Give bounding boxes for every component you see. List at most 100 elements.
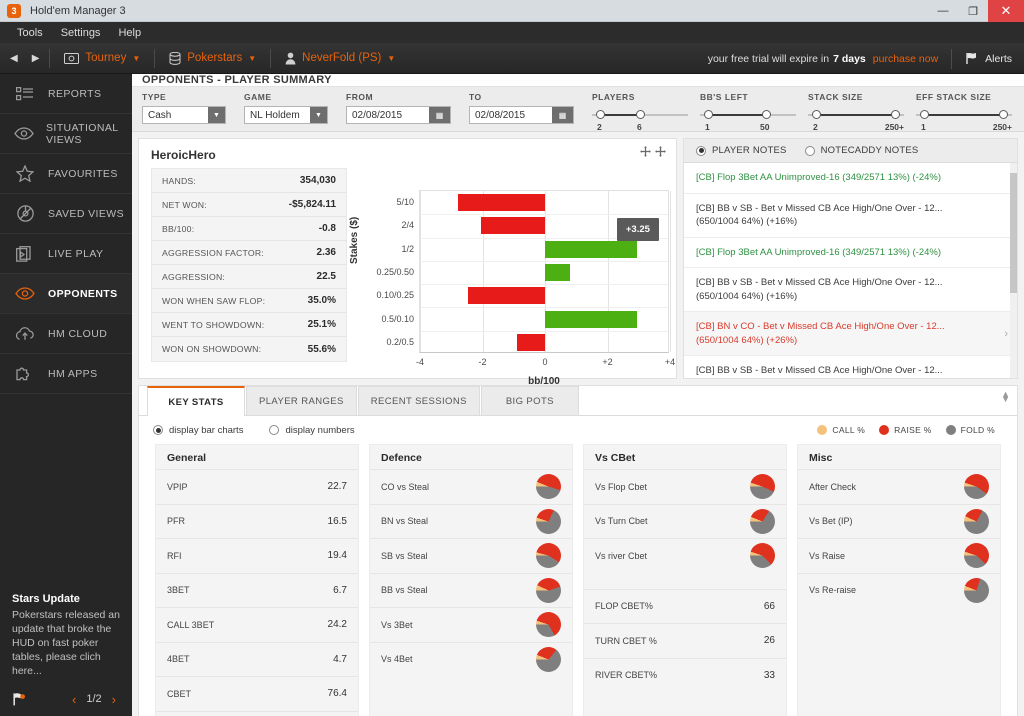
sidebar-item-live-play[interactable]: LIVE PLAY (0, 234, 132, 274)
slider-knob-min[interactable] (920, 110, 929, 119)
menu-item-settings[interactable]: Settings (52, 27, 110, 39)
chevron-down-icon[interactable]: ▼ (310, 107, 327, 123)
toolbar-tourney-selector[interactable]: Tourney ▼ (50, 43, 154, 74)
news-page-indicator: 1/2 (86, 693, 102, 705)
note-item[interactable]: [CB] Flop 3Bet AA Unimproved-16 (349/257… (684, 238, 1017, 268)
stat-value: 25.1% (307, 319, 336, 330)
filter-game-label: GAME (244, 92, 272, 102)
stat-key: Vs Raise (809, 550, 846, 561)
note-item[interactable]: [CB] BB v SB - Bet v Missed CB Ace High/… (684, 194, 1017, 238)
tab-player-ranges[interactable]: PLAYER RANGES (246, 386, 357, 415)
notes-list[interactable]: [CB] Flop 3Bet AA Unimproved-16 (349/257… (684, 163, 1017, 378)
toolbar-site-selector[interactable]: Pokerstars ▼ (155, 43, 270, 74)
chart-gridline (670, 191, 671, 352)
notecaddy-notes-radio[interactable]: NOTECADDY NOTES (804, 145, 919, 156)
stat-key: Vs Flop Cbet (595, 481, 648, 492)
sidebar-item-hm-cloud[interactable]: HM CLOUD (0, 314, 132, 354)
slider-knob-max[interactable] (999, 110, 1008, 119)
toolbar-player-selector[interactable]: NeverFold (PS) ▼ (271, 43, 409, 74)
news-prev-button[interactable]: ‹ (68, 692, 80, 707)
close-icon[interactable]: ✕ (988, 0, 1024, 22)
chevron-down-icon[interactable]: ▼ (208, 107, 225, 123)
display-numbers-label: display numbers (285, 424, 355, 436)
pie-chart (536, 474, 561, 500)
tab-recent-sessions[interactable]: RECENT SESSIONS (357, 386, 480, 415)
chart-bar[interactable] (480, 217, 545, 235)
player-notes-radio[interactable]: PLAYER NOTES (696, 145, 787, 156)
sidebar-item-opponents[interactable]: OPPONENTS (0, 274, 132, 314)
main-content: OPPONENTS - PLAYER SUMMARY TYPE Cash ▼ G… (132, 74, 1024, 716)
sidebar-item-favourites[interactable]: FAVOURITES (0, 154, 132, 194)
trial-notice: your free trial will expire in 7 days pu… (708, 43, 1024, 74)
slider-knob-max[interactable] (762, 110, 771, 119)
stat-key: SB vs Steal (381, 550, 428, 561)
bbs-left-slider[interactable] (700, 108, 796, 122)
menu-item-help[interactable]: Help (109, 27, 150, 39)
slider-knob-max[interactable] (891, 110, 900, 119)
chart-bar[interactable] (516, 333, 545, 351)
stat-row: RFI 19.4 (156, 538, 358, 573)
stat-row: HANDS: 354,030 (152, 169, 346, 193)
chart-bar[interactable] (545, 264, 570, 281)
bbs-left-min: 1 (705, 122, 710, 132)
news-panel: Stars Update Pokerstars released an upda… (0, 583, 132, 682)
chevron-right-icon[interactable]: › (1004, 328, 1008, 342)
sidebar-item-label: SAVED VIEWS (48, 207, 124, 220)
chart-bar[interactable] (457, 194, 545, 212)
filter-players: PLAYERS 2 6 (592, 92, 688, 134)
forward-icon[interactable]: ▶ (32, 53, 40, 64)
minimize-icon[interactable]: — (928, 0, 958, 22)
panel-expand-controls[interactable] (640, 146, 666, 157)
note-item[interactable]: [CB] BN v CO - Bet v Missed CB Ace High/… (684, 312, 1017, 356)
column-title: Defence (381, 452, 422, 464)
scrollbar-thumb[interactable] (1010, 173, 1017, 293)
note-item[interactable]: [CB] BB v SB - Bet v Missed CB Ace High/… (684, 356, 1017, 378)
sidebar-item-label: HM CLOUD (48, 327, 108, 340)
slider-knob-max[interactable] (636, 110, 645, 119)
resize-handle[interactable]: ▲ ▼ (1001, 390, 1010, 404)
stat-row: WON WHEN SAW FLOP: 35.0% (152, 289, 346, 313)
calendar-icon[interactable]: ▦ (429, 107, 450, 123)
column-title: Vs CBet (595, 452, 636, 464)
slider-knob-min[interactable] (596, 110, 605, 119)
to-date-input[interactable]: 02/08/2015 ▦ (469, 106, 574, 124)
tab-key-stats[interactable]: KEY STATS (147, 386, 245, 416)
slider-knob-min[interactable] (812, 110, 821, 119)
eff-stack-size-slider[interactable] (916, 108, 1012, 122)
sidebar-item-saved-views[interactable]: SAVED VIEWS (0, 194, 132, 234)
slider-knob-min[interactable] (704, 110, 713, 119)
note-line-1: [CB] Flop 3Bet AA Unimproved-16 (349/257… (696, 246, 942, 258)
purchase-now-link[interactable]: purchase now (873, 53, 938, 65)
stat-value: 76.4 (327, 688, 347, 700)
chart-bar[interactable] (468, 287, 545, 305)
back-icon[interactable]: ◀ (10, 53, 18, 64)
calendar-icon[interactable]: ▦ (552, 107, 573, 123)
news-next-button[interactable]: › (108, 692, 120, 707)
stat-row: After Check (798, 469, 1000, 504)
pie-chart (750, 543, 775, 569)
sidebar-item-hm-apps[interactable]: HM APPS (0, 354, 132, 394)
chart-bar[interactable] (545, 310, 638, 328)
maximize-icon[interactable]: ❐ (958, 0, 988, 22)
notes-tabs: PLAYER NOTES NOTECADDY NOTES (684, 139, 1017, 163)
alerts-button[interactable]: Alerts (965, 52, 1012, 65)
from-date-input[interactable]: 02/08/2015 ▦ (346, 106, 451, 124)
sidebar-item-situational-views[interactable]: SITUATIONAL VIEWS (0, 114, 132, 154)
type-dropdown[interactable]: Cash ▼ (142, 106, 226, 124)
filter-stack-size-label: STACK SIZE (808, 92, 863, 102)
display-numbers-radio[interactable]: display numbers (269, 424, 355, 436)
menu-bar: Tools Settings Help (0, 22, 1024, 43)
players-slider[interactable] (592, 108, 688, 122)
notes-scrollbar[interactable] (1010, 163, 1017, 378)
tab-big-pots[interactable]: BIG POTS (480, 386, 579, 415)
chart-bar[interactable] (545, 240, 638, 258)
sidebar-item-reports[interactable]: REPORTS (0, 74, 132, 114)
stat-row: CBET 76.4 (156, 676, 358, 711)
menu-item-tools[interactable]: Tools (8, 27, 52, 39)
note-item[interactable]: [CB] BB v SB - Bet v Missed CB Ace High/… (684, 268, 1017, 312)
stack-size-slider[interactable] (808, 108, 904, 122)
note-item[interactable]: [CB] Flop 3Bet AA Unimproved-16 (349/257… (684, 163, 1017, 194)
display-bar-charts-radio[interactable]: display bar charts (153, 425, 243, 436)
game-dropdown[interactable]: NL Holdem ▼ (244, 106, 328, 124)
radio-icon (696, 145, 706, 156)
